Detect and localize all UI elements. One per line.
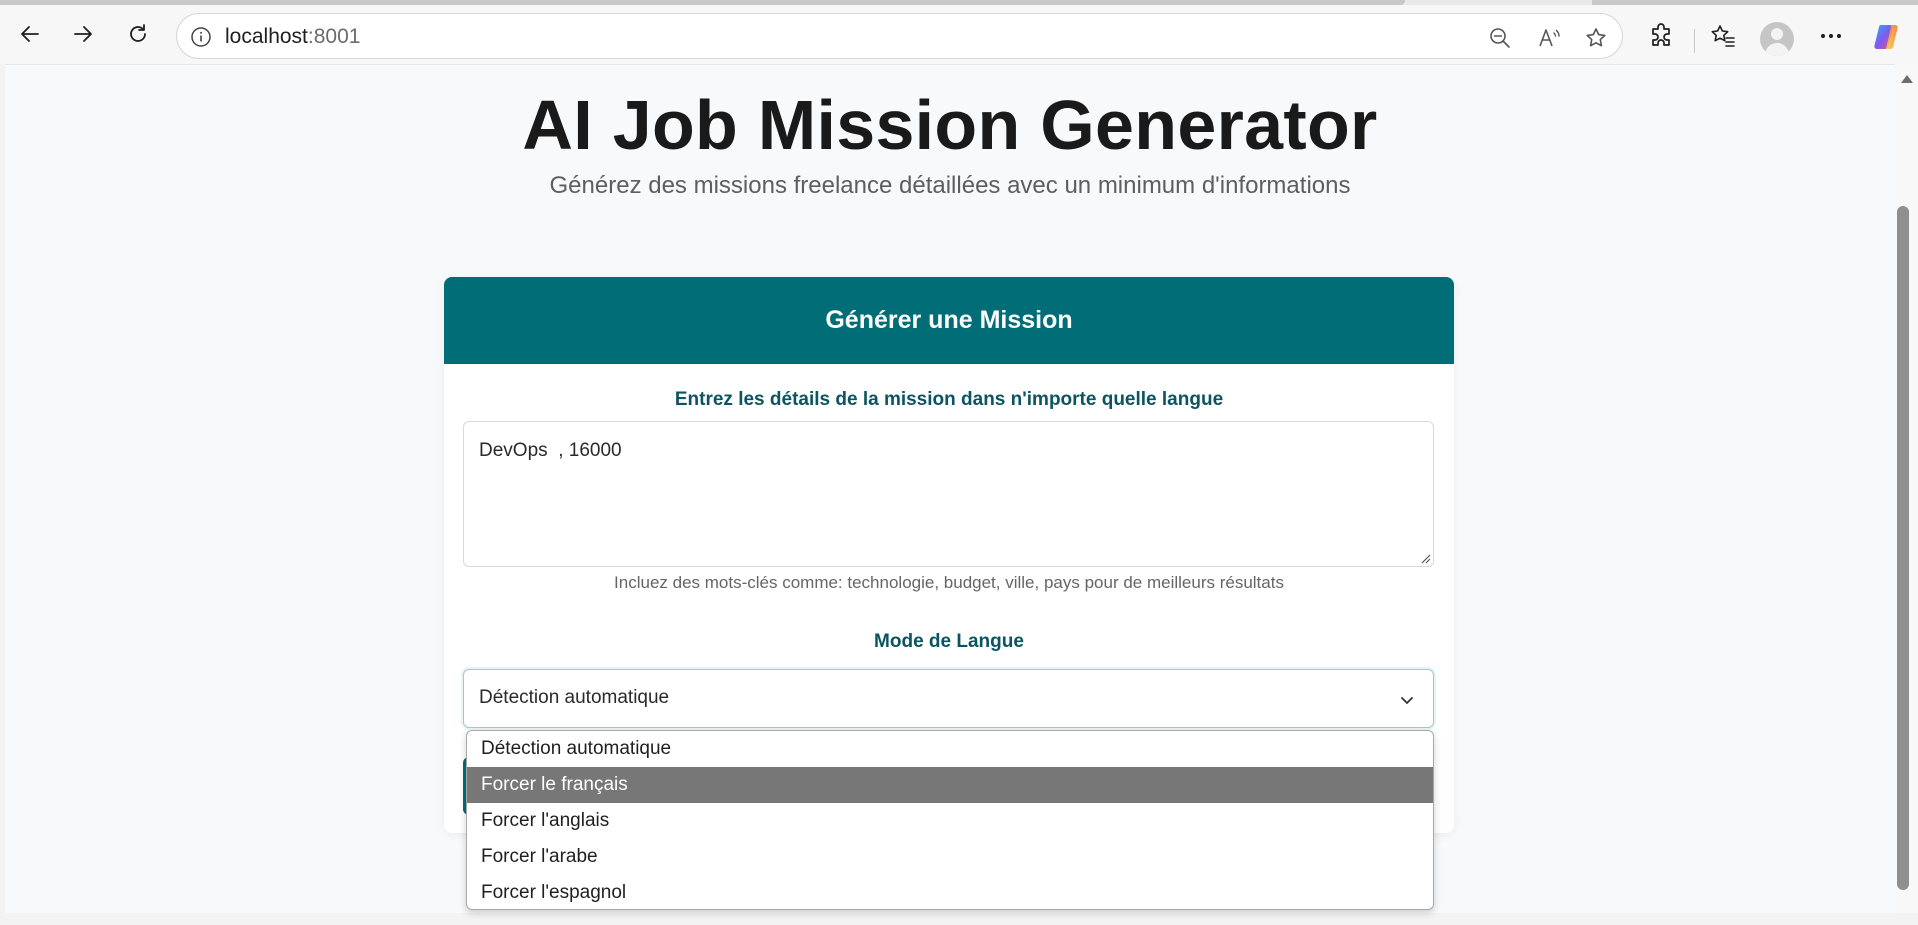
read-aloud-icon[interactable] [1537,26,1561,50]
star-icon[interactable] [1584,26,1608,50]
arrow-left-icon [21,26,39,42]
window-bottom-edge [0,913,1918,925]
scroll-thumb[interactable] [1897,206,1909,890]
copilot-icon[interactable] [1871,21,1903,53]
language-select[interactable]: Détection automatique [463,669,1434,728]
back-button[interactable] [13,17,47,51]
language-select-value: Détection automatique [479,687,670,708]
url-text[interactable]: localhost:8001 [225,25,360,49]
option-auto-detect[interactable]: Détection automatique [467,731,1433,767]
mission-details-value: DevOps , 16000 [479,440,622,461]
mission-details-textarea[interactable]: DevOps , 16000 [463,421,1434,567]
card-header: Générer une Mission [444,277,1454,364]
scroll-up-arrow-icon[interactable] [1901,75,1913,83]
address-bar[interactable]: localhost:8001 [176,13,1623,59]
avatar-icon[interactable] [1760,22,1794,56]
chevron-down-icon [1401,697,1413,704]
option-force-english[interactable]: Forcer l'anglais [467,803,1433,839]
url-port: :8001 [307,25,361,48]
page-subtitle: Générez des missions freelance détaillée… [549,172,1351,199]
toolbar-separator [1694,29,1695,53]
refresh-icon [130,24,146,42]
details-hint: Incluez des mots-clés comme: technologie… [614,573,1284,592]
zoom-out-icon[interactable] [1488,26,1512,50]
forward-button[interactable] [66,17,100,51]
url-host: localhost [225,25,308,48]
language-dropdown-list: Détection automatique Forcer le français… [466,730,1434,910]
refresh-button[interactable] [121,17,155,51]
browser-toolbar: localhost:8001 [0,5,1918,64]
ellipsis-icon[interactable] [1817,22,1845,50]
details-label: Entrez les détails de la mission dans n'… [674,389,1224,410]
favorites-icon[interactable] [1709,22,1737,50]
option-force-arabic[interactable]: Forcer l'arabe [467,839,1433,875]
puzzle-icon[interactable] [1647,22,1675,50]
card-title: Générer une Mission [825,306,1073,334]
arrow-right-icon [74,26,92,42]
page-title: AI Job Mission Generator [522,86,1378,164]
language-label: Mode de Langue [874,631,1024,652]
option-force-french[interactable]: Forcer le français [467,767,1433,803]
resize-grip-icon[interactable] [1419,552,1431,564]
info-icon[interactable] [190,26,212,48]
option-force-spanish[interactable]: Forcer l'espagnol [467,875,1433,909]
